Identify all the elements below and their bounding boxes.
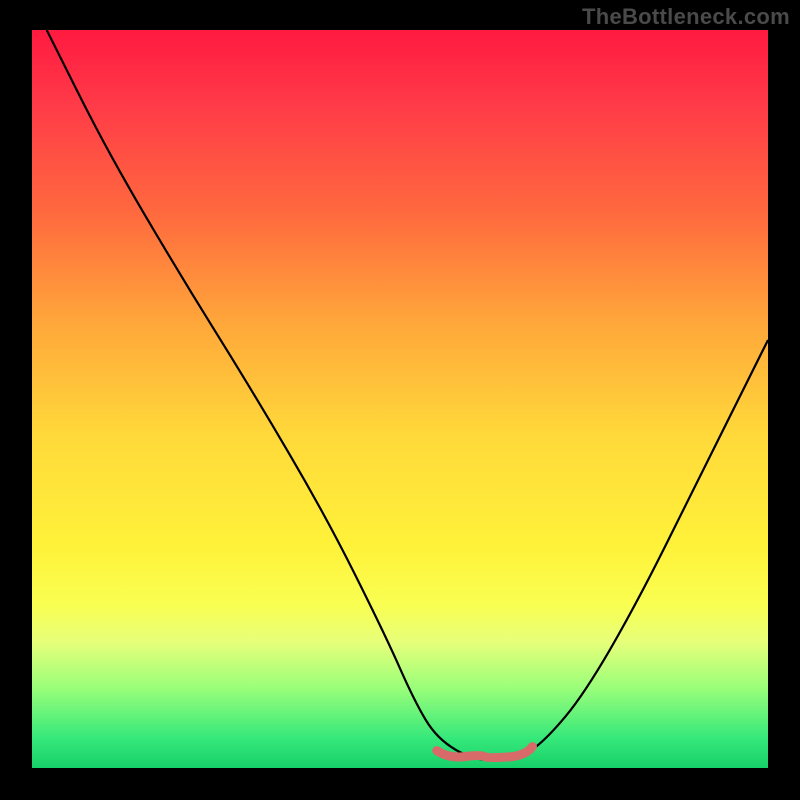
- plot-area: [32, 30, 768, 768]
- watermark-text: TheBottleneck.com: [582, 4, 790, 30]
- curve-layer: [32, 30, 768, 768]
- chart-frame: TheBottleneck.com: [0, 0, 800, 800]
- bottleneck-curve: [47, 30, 768, 761]
